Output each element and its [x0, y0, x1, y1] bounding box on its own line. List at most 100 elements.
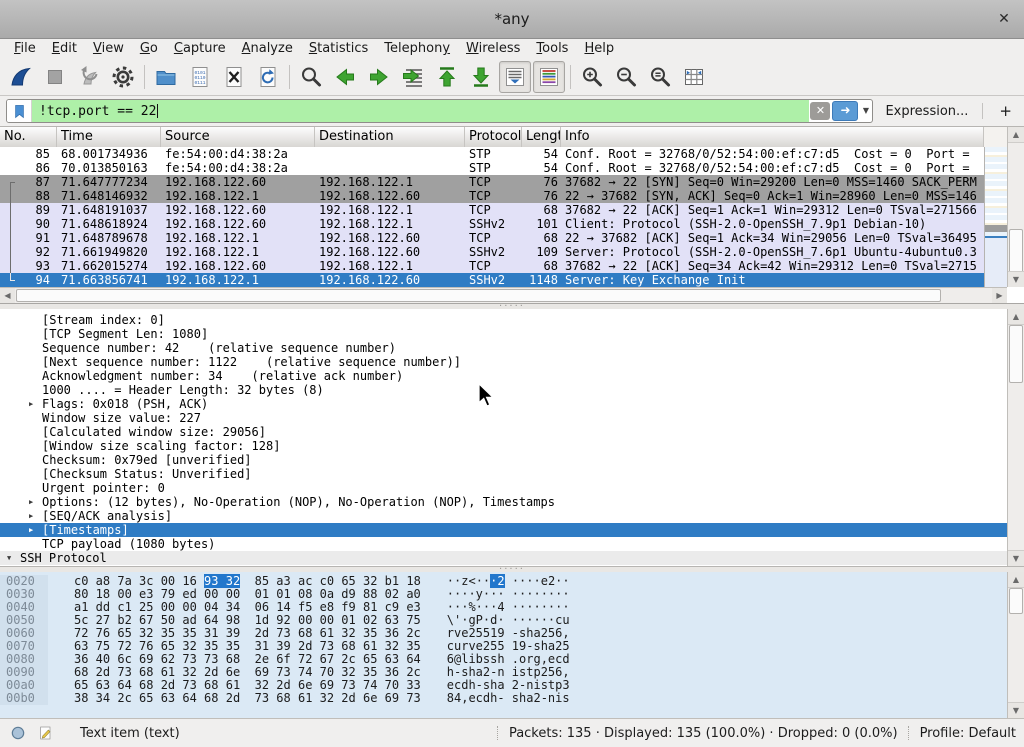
menu-view[interactable]: View — [85, 40, 132, 57]
display-filter-input[interactable]: !tcp.port == 22 ✕ ➜ ▼ — [6, 99, 873, 123]
hex-row[interactable]: 00b038 34 2c 65 63 64 68 2d 73 68 61 32 … — [0, 692, 1007, 705]
detail-row[interactable]: ▶[Timestamps] — [0, 523, 1007, 537]
menu-telephony[interactable]: Telephony — [376, 40, 458, 57]
save-file-button[interactable]: 010101100111 — [184, 61, 216, 93]
close-file-button[interactable] — [218, 61, 250, 93]
column-header-destination[interactable]: Destination — [315, 127, 465, 147]
title-bar[interactable]: *any ✕ — [0, 0, 1024, 39]
detail-row[interactable]: Checksum: 0x79ed [unverified] — [0, 453, 1007, 467]
scrollbar-thumb[interactable] — [16, 289, 941, 302]
column-header-source[interactable]: Source — [161, 127, 315, 147]
collapsed-arrow-icon[interactable]: ▶ — [29, 509, 33, 523]
column-header-time[interactable]: Time — [57, 127, 161, 147]
detail-row[interactable]: ▶Flags: 0x018 (PSH, ACK) — [0, 397, 1007, 411]
column-header-info[interactable]: Info — [561, 127, 984, 147]
column-header-length[interactable]: Length — [522, 127, 561, 147]
status-profile[interactable]: Profile: Default — [920, 726, 1016, 741]
go-first-button[interactable] — [431, 61, 463, 93]
intelligent-scrollbar-minimap[interactable] — [984, 147, 1007, 287]
scroll-up-icon[interactable]: ▲ — [1008, 127, 1024, 143]
detail-row[interactable]: [Window size scaling factor: 128] — [0, 439, 1007, 453]
detail-row[interactable]: ▶Options: (12 bytes), No-Operation (NOP)… — [0, 495, 1007, 509]
packet-row[interactable]: 9271.661949820192.168.122.1192.168.122.6… — [0, 245, 984, 259]
detail-row[interactable]: [Stream index: 0] — [0, 313, 1007, 327]
scroll-left-icon[interactable]: ◀ — [0, 288, 15, 303]
close-icon[interactable]: ✕ — [994, 9, 1014, 29]
go-back-button[interactable] — [329, 61, 361, 93]
zoom-in-button[interactable] — [576, 61, 608, 93]
packet-row[interactable]: 8670.013850163fe:54:00:d4:38:2aSTP54Conf… — [0, 161, 984, 175]
scroll-down-icon[interactable]: ▼ — [1008, 271, 1024, 287]
colorize-button[interactable] — [533, 61, 565, 93]
packet-row[interactable]: 8871.648146932192.168.122.1192.168.122.6… — [0, 189, 984, 203]
packet-row[interactable]: 9371.662015274192.168.122.60192.168.122.… — [0, 259, 984, 273]
menu-go[interactable]: Go — [132, 40, 166, 57]
detail-row[interactable]: 1000 .... = Header Length: 32 bytes (8) — [0, 383, 1007, 397]
menu-tools[interactable]: Tools — [528, 40, 576, 57]
capture-comment-icon[interactable] — [36, 724, 56, 742]
filter-history-dropdown[interactable]: ▼ — [859, 102, 872, 120]
go-to-packet-button[interactable] — [397, 61, 429, 93]
collapsed-arrow-icon[interactable]: ▶ — [29, 523, 33, 537]
packet-row[interactable]: 9171.648789678192.168.122.1192.168.122.6… — [0, 231, 984, 245]
auto-scroll-button[interactable] — [499, 61, 531, 93]
add-filter-button[interactable]: + — [993, 102, 1018, 120]
zoom-reset-button[interactable] — [644, 61, 676, 93]
menu-capture[interactable]: Capture — [166, 40, 234, 57]
filter-clear-button[interactable]: ✕ — [810, 102, 830, 120]
packet-row[interactable]: 9471.663856741192.168.122.1192.168.122.6… — [0, 273, 984, 287]
capture-options-button[interactable] — [107, 61, 139, 93]
scroll-right-icon[interactable]: ▶ — [992, 288, 1007, 303]
packet-row[interactable]: 9071.648618924192.168.122.60192.168.122.… — [0, 217, 984, 231]
go-last-button[interactable] — [465, 61, 497, 93]
scroll-up-icon[interactable]: ▲ — [1008, 572, 1024, 588]
packet-row[interactable]: 8971.648191037192.168.122.60192.168.122.… — [0, 203, 984, 217]
collapsed-arrow-icon[interactable]: ▶ — [29, 495, 33, 509]
expanded-arrow-icon[interactable]: ▼ — [7, 551, 11, 565]
go-forward-button[interactable] — [363, 61, 395, 93]
expression-button[interactable]: Expression... — [885, 104, 968, 119]
stop-capture-button[interactable] — [39, 61, 71, 93]
detail-row[interactable]: Window size value: 227 — [0, 411, 1007, 425]
scroll-down-icon[interactable]: ▼ — [1008, 550, 1024, 566]
collapsed-arrow-icon[interactable]: ▶ — [29, 397, 33, 411]
zoom-out-button[interactable] — [610, 61, 642, 93]
detail-row[interactable]: TCP payload (1080 bytes) — [0, 537, 1007, 551]
expert-info-icon[interactable] — [8, 724, 28, 742]
column-header-no[interactable]: No. — [0, 127, 57, 147]
start-capture-button[interactable] — [5, 61, 37, 93]
detail-row[interactable]: ▼SSH Protocol — [0, 551, 1007, 565]
detail-row[interactable]: [Calculated window size: 29056] — [0, 425, 1007, 439]
bytes-vscrollbar[interactable]: ▲ ▼ — [1007, 572, 1024, 718]
reload-file-button[interactable] — [252, 61, 284, 93]
scroll-up-icon[interactable]: ▲ — [1008, 309, 1024, 325]
details-vscrollbar[interactable]: ▲ ▼ — [1007, 309, 1024, 566]
scrollbar-thumb[interactable] — [1009, 229, 1023, 273]
filter-bookmark-icon[interactable] — [7, 100, 32, 122]
detail-row[interactable]: Acknowledgment number: 34 (relative ack … — [0, 369, 1007, 383]
packet-list-vscrollbar[interactable]: ▲ ▼ — [1007, 127, 1024, 287]
collapsed-arrow-icon[interactable]: ▶ — [29, 565, 33, 566]
find-packet-button[interactable] — [295, 61, 327, 93]
menu-file[interactable]: File — [6, 40, 44, 57]
scrollbar-thumb[interactable] — [1009, 588, 1023, 614]
detail-row[interactable]: [Checksum Status: Unverified] — [0, 467, 1007, 481]
menu-edit[interactable]: Edit — [44, 40, 85, 57]
filter-apply-button[interactable]: ➜ — [832, 101, 858, 121]
resize-columns-button[interactable] — [678, 61, 710, 93]
menu-wireless[interactable]: Wireless — [458, 40, 528, 57]
detail-row[interactable]: [TCP Segment Len: 1080] — [0, 327, 1007, 341]
menu-statistics[interactable]: Statistics — [301, 40, 376, 57]
packet-row[interactable]: 8771.647777234192.168.122.60192.168.122.… — [0, 175, 984, 189]
menu-help[interactable]: Help — [576, 40, 622, 57]
scrollbar-thumb[interactable] — [1009, 325, 1023, 383]
scroll-down-icon[interactable]: ▼ — [1008, 702, 1024, 718]
filter-value[interactable]: !tcp.port == 22 — [32, 100, 809, 122]
open-file-button[interactable] — [150, 61, 182, 93]
restart-capture-button[interactable] — [73, 61, 105, 93]
detail-row[interactable]: ▶[SEQ/ACK analysis] — [0, 509, 1007, 523]
detail-row[interactable]: Urgent pointer: 0 — [0, 481, 1007, 495]
menu-analyze[interactable]: Analyze — [234, 40, 301, 57]
column-header-protocol[interactable]: Protocol — [465, 127, 522, 147]
detail-row[interactable]: [Next sequence number: 1122 (relative se… — [0, 355, 1007, 369]
